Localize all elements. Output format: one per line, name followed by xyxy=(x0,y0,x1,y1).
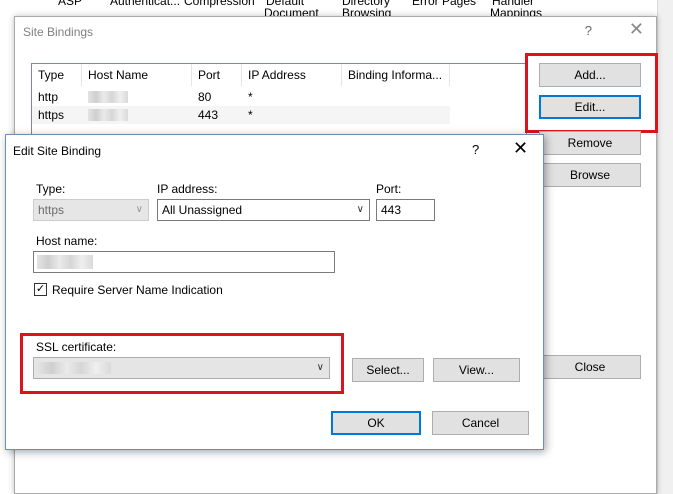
feature-error-pages: Error Pages xyxy=(412,0,477,8)
type-value: https xyxy=(38,203,65,217)
port-label: Port: xyxy=(376,182,402,196)
row-port: 443 xyxy=(198,108,219,122)
row-type: https xyxy=(38,108,65,122)
actions-panel-edge xyxy=(657,0,673,494)
close-icon[interactable]: ✕ xyxy=(513,138,528,159)
port-value: 443 xyxy=(381,203,402,217)
port-input[interactable]: 443 xyxy=(376,199,435,221)
browse-button[interactable]: Browse xyxy=(539,163,641,187)
table-row[interactable]: https 443 * xyxy=(32,106,450,124)
host-name-label: Host name: xyxy=(36,234,98,248)
dialog-title: Edit Site Binding xyxy=(13,144,102,158)
column-binding-information[interactable]: Binding Informa... xyxy=(342,64,450,86)
check-icon: ✓ xyxy=(35,283,46,295)
redacted-host-name xyxy=(88,91,128,103)
highlight-box-ssl-certificate xyxy=(20,333,344,394)
ok-button[interactable]: OK xyxy=(331,411,421,435)
view-certificate-button[interactable]: View... xyxy=(433,358,520,382)
list-header: Type Host Name Port IP Address Binding I… xyxy=(32,64,526,86)
highlight-box-add-edit xyxy=(525,53,658,133)
feature-authentication: Authenticat... xyxy=(110,0,181,8)
sni-label[interactable]: Require Server Name Indication xyxy=(52,283,223,297)
row-ip: * xyxy=(248,90,253,104)
ip-address-value: All Unassigned xyxy=(162,203,243,217)
help-icon[interactable]: ? xyxy=(585,23,592,38)
feature-compression: Compression xyxy=(184,0,255,8)
column-host-name[interactable]: Host Name xyxy=(82,64,192,86)
help-icon[interactable]: ? xyxy=(472,142,479,157)
column-port[interactable]: Port xyxy=(192,64,242,86)
type-select: https ∨ xyxy=(33,199,149,221)
row-ip: * xyxy=(248,108,253,122)
chevron-down-icon: ∨ xyxy=(135,204,143,215)
column-type[interactable]: Type xyxy=(32,64,82,86)
sni-checkbox[interactable]: ✓ xyxy=(34,283,47,296)
feature-asp: ASP xyxy=(58,0,83,8)
close-icon[interactable]: ✕ xyxy=(629,19,644,40)
redacted-host-name xyxy=(37,255,93,269)
cancel-button[interactable]: Cancel xyxy=(432,411,529,435)
table-row[interactable]: http 80 * xyxy=(32,88,450,106)
row-port: 80 xyxy=(198,90,212,104)
ip-address-select[interactable]: All Unassigned ∨ xyxy=(157,199,370,221)
window-title: Site Bindings xyxy=(23,25,94,39)
redacted-host-name xyxy=(88,109,128,121)
remove-button[interactable]: Remove xyxy=(539,131,641,155)
row-type: http xyxy=(38,90,59,104)
edit-site-binding-dialog: Edit Site Binding ? ✕ Type: https ∨ IP a… xyxy=(5,134,544,450)
column-ip-address[interactable]: IP Address xyxy=(242,64,342,86)
close-button[interactable]: Close xyxy=(539,355,641,379)
host-name-input[interactable] xyxy=(33,251,335,273)
select-certificate-button[interactable]: Select... xyxy=(352,358,424,382)
chevron-down-icon: ∨ xyxy=(356,204,364,215)
type-label: Type: xyxy=(36,182,66,196)
ip-address-label: IP address: xyxy=(157,182,218,196)
